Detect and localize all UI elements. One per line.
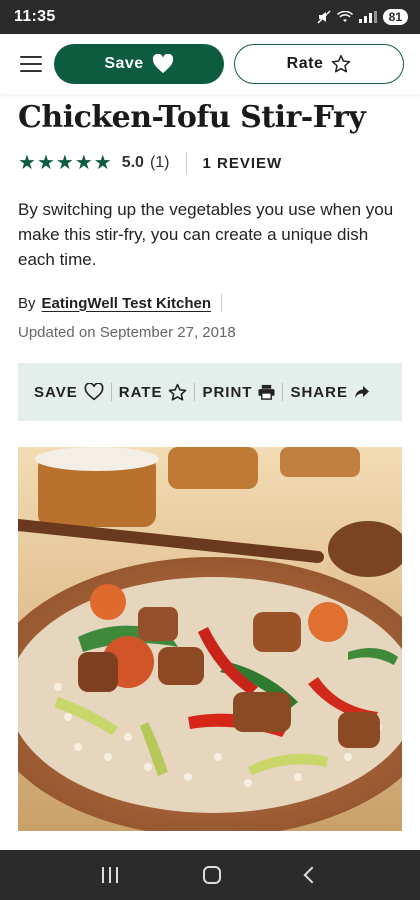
star-outline-icon bbox=[332, 54, 351, 73]
status-bar: 11:35 81 bbox=[0, 0, 420, 34]
rate-action[interactable]: RATE bbox=[119, 383, 188, 402]
updated-date: Updated on September 27, 2018 bbox=[18, 324, 236, 341]
rating-value: 5.0 bbox=[121, 154, 144, 171]
print-action[interactable]: PRINT bbox=[202, 384, 275, 401]
share-action-label: SHARE bbox=[290, 383, 348, 401]
star-icon: ★ bbox=[74, 152, 93, 174]
divider bbox=[185, 152, 187, 174]
review-count-link[interactable]: 1 REVIEW bbox=[203, 155, 283, 172]
signal-icon bbox=[358, 11, 377, 23]
byline: By EatingWell Test Kitchen bbox=[18, 294, 402, 312]
share-action[interactable]: SHARE bbox=[290, 384, 370, 401]
star-icon: ★ bbox=[18, 152, 36, 174]
divider bbox=[220, 294, 222, 312]
save-action[interactable]: SAVE bbox=[34, 383, 104, 401]
by-label: By bbox=[18, 294, 36, 312]
star-icon: ★ bbox=[36, 152, 55, 174]
star-icon: ★ bbox=[93, 152, 112, 174]
save-button-label: Save bbox=[104, 55, 144, 72]
recipe-title: Chicken-Tofu Stir-Fry bbox=[18, 100, 366, 135]
home-icon[interactable] bbox=[202, 866, 221, 884]
back-icon[interactable] bbox=[303, 866, 321, 884]
print-action-label: PRINT bbox=[202, 383, 253, 401]
save-action-label: SAVE bbox=[34, 383, 78, 401]
menu-icon[interactable] bbox=[20, 56, 42, 72]
rating-stars[interactable]: ★ ★ ★ ★ ★ bbox=[18, 153, 112, 173]
rate-action-label: RATE bbox=[118, 383, 163, 401]
star-icon: ★ bbox=[55, 152, 74, 174]
divider bbox=[282, 383, 284, 401]
recipe-photo bbox=[18, 447, 402, 831]
rating-count: (1) bbox=[149, 154, 170, 171]
save-button[interactable]: Save bbox=[54, 44, 224, 84]
divider bbox=[110, 383, 112, 401]
share-arrow-icon bbox=[354, 386, 369, 398]
status-icons: 81 bbox=[317, 9, 408, 25]
heart-icon bbox=[152, 54, 173, 74]
star-outline-icon bbox=[169, 383, 187, 401]
rate-button[interactable]: Rate bbox=[234, 44, 404, 84]
status-time: 11:35 bbox=[14, 8, 56, 25]
rate-button-label: Rate bbox=[286, 55, 324, 72]
recent-apps-icon[interactable] bbox=[102, 867, 119, 883]
stir-fry-image bbox=[18, 447, 402, 831]
recipe-content: Chicken-Tofu Stir-Fry ★ ★ ★ ★ ★ 5.0 (1) … bbox=[18, 94, 402, 831]
heart-outline-icon bbox=[84, 383, 104, 401]
mute-icon bbox=[317, 10, 331, 24]
divider bbox=[194, 383, 196, 401]
recipe-description: By switching up the vegetables you use w… bbox=[18, 200, 394, 269]
author-link[interactable]: EatingWell Test Kitchen bbox=[42, 295, 211, 312]
battery-icon: 81 bbox=[382, 9, 408, 25]
rating-row: ★ ★ ★ ★ ★ 5.0 (1) 1 REVIEW bbox=[18, 151, 402, 175]
app-header: Save Rate bbox=[0, 34, 420, 94]
printer-icon bbox=[258, 384, 275, 400]
action-bar: SAVE RATE PRINT SHARE bbox=[18, 363, 402, 421]
wifi-icon bbox=[336, 11, 353, 22]
system-nav-bar bbox=[0, 850, 420, 900]
